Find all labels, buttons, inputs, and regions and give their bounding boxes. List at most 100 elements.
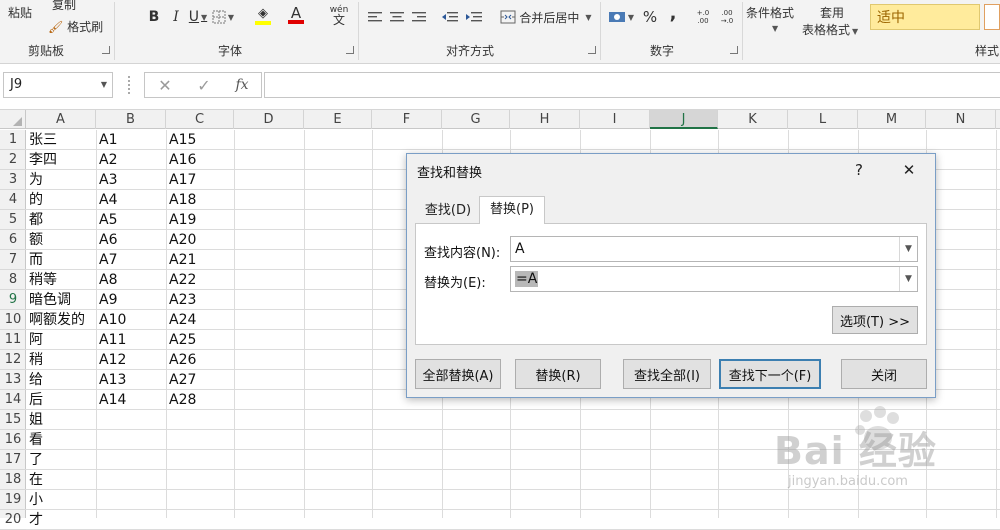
enter-icon[interactable]: ✓ xyxy=(192,75,216,95)
cell-b5[interactable]: A5 xyxy=(96,210,117,230)
column-header-g[interactable]: G xyxy=(442,110,510,129)
row-header-9[interactable]: 9 xyxy=(0,290,26,310)
cell-a12[interactable]: 稍 xyxy=(26,350,43,370)
cell-b11[interactable]: A11 xyxy=(96,330,126,350)
align-right-button[interactable] xyxy=(410,6,428,28)
cell-a17[interactable]: 了 xyxy=(26,450,43,470)
cell-b10[interactable]: A10 xyxy=(96,310,126,330)
column-header-l[interactable]: L xyxy=(788,110,858,129)
cell-c1[interactable]: A15 xyxy=(166,130,196,150)
formula-input[interactable] xyxy=(264,72,1000,98)
font-launcher-icon[interactable] xyxy=(346,46,354,54)
cell-b6[interactable]: A6 xyxy=(96,230,117,250)
increase-decimal-button[interactable]: +.0 .00 xyxy=(692,6,714,28)
replace-with-input[interactable]: =A ▼ xyxy=(510,266,918,292)
cell-b9[interactable]: A9 xyxy=(96,290,117,310)
decrease-decimal-button[interactable]: .00 →.0 xyxy=(716,6,738,28)
row-header-17[interactable]: 17 xyxy=(0,450,26,470)
cell-c14[interactable]: A28 xyxy=(166,390,196,410)
row-header-8[interactable]: 8 xyxy=(0,270,26,290)
cell-a14[interactable]: 后 xyxy=(26,390,43,410)
cell-a1[interactable]: 张三 xyxy=(26,130,57,150)
find-what-input[interactable]: A ▼ xyxy=(510,236,918,262)
row-header-11[interactable]: 11 xyxy=(0,330,26,350)
alignment-launcher-icon[interactable] xyxy=(588,46,596,54)
cell-c10[interactable]: A24 xyxy=(166,310,196,330)
decrease-indent-button[interactable] xyxy=(440,6,460,28)
cell-c7[interactable]: A21 xyxy=(166,250,196,270)
column-header-n[interactable]: N xyxy=(926,110,996,129)
cell-b8[interactable]: A8 xyxy=(96,270,117,290)
row-header-1[interactable]: 1 xyxy=(0,130,26,150)
table-format-button[interactable]: 表格格式 ▼ xyxy=(802,21,858,38)
cell-a20[interactable]: 才 xyxy=(26,510,43,530)
tab-find[interactable]: 查找(D) xyxy=(419,198,477,224)
cell-c8[interactable]: A22 xyxy=(166,270,196,290)
cell-b12[interactable]: A12 xyxy=(96,350,126,370)
cell-a9[interactable]: 暗色调 xyxy=(26,290,71,310)
select-all-corner[interactable] xyxy=(0,110,26,129)
cell-a7[interactable]: 而 xyxy=(26,250,43,270)
cell-b14[interactable]: A14 xyxy=(96,390,126,410)
cell-a10[interactable]: 啊额发的 xyxy=(26,310,85,330)
column-header-e[interactable]: E xyxy=(304,110,372,129)
tab-replace[interactable]: 替换(P) xyxy=(479,196,545,224)
border-button[interactable]: ▼ xyxy=(208,6,238,28)
cell-a3[interactable]: 为 xyxy=(26,170,43,190)
comma-button[interactable]: , xyxy=(664,2,682,24)
row-header-19[interactable]: 19 xyxy=(0,490,26,510)
table-format-line1[interactable]: 套用 xyxy=(820,4,844,21)
column-header-h[interactable]: H xyxy=(510,110,580,129)
neutral-style-cell[interactable]: 适中 xyxy=(870,4,980,30)
column-header-j[interactable]: J xyxy=(650,110,718,129)
format-painter-button[interactable]: 🖌 格式刷 xyxy=(48,18,103,35)
column-header-b[interactable]: B xyxy=(96,110,166,129)
name-box[interactable]: J9 ▼ xyxy=(3,72,113,98)
cell-a13[interactable]: 给 xyxy=(26,370,43,390)
column-header-m[interactable]: M xyxy=(858,110,926,129)
cell-a16[interactable]: 看 xyxy=(26,430,43,450)
formula-bar-grip[interactable] xyxy=(128,76,132,94)
row-header-5[interactable]: 5 xyxy=(0,210,26,230)
cell-b3[interactable]: A3 xyxy=(96,170,117,190)
bold-button[interactable]: B xyxy=(144,6,164,28)
row-header-16[interactable]: 16 xyxy=(0,430,26,450)
accounting-format-button[interactable]: ▼ xyxy=(606,6,636,28)
clipboard-launcher-icon[interactable] xyxy=(102,46,110,54)
row-header-3[interactable]: 3 xyxy=(0,170,26,190)
insert-function-icon[interactable]: fx xyxy=(230,75,254,95)
cell-c5[interactable]: A19 xyxy=(166,210,196,230)
cell-c4[interactable]: A18 xyxy=(166,190,196,210)
style-gallery-next[interactable] xyxy=(984,4,1000,30)
percent-button[interactable]: % xyxy=(640,6,660,28)
cell-b1[interactable]: A1 xyxy=(96,130,117,150)
column-header-i[interactable]: I xyxy=(580,110,650,129)
row-header-20[interactable]: 20 xyxy=(0,510,26,530)
column-header-a[interactable]: A xyxy=(26,110,96,129)
row-header-6[interactable]: 6 xyxy=(0,230,26,250)
cell-a5[interactable]: 都 xyxy=(26,210,43,230)
find-next-button[interactable]: 查找下一个(F) xyxy=(719,359,821,389)
cell-b13[interactable]: A13 xyxy=(96,370,126,390)
conditional-format-button[interactable]: 条件格式 xyxy=(746,4,794,21)
row-header-4[interactable]: 4 xyxy=(0,190,26,210)
column-header-d[interactable]: D xyxy=(234,110,304,129)
cell-a15[interactable]: 姐 xyxy=(26,410,43,430)
row-header-13[interactable]: 13 xyxy=(0,370,26,390)
increase-indent-button[interactable] xyxy=(464,6,484,28)
merge-center-button[interactable]: 合并后居中 ▼ xyxy=(494,6,598,28)
font-color-button[interactable]: A xyxy=(280,4,312,26)
cell-a19[interactable]: 小 xyxy=(26,490,43,510)
align-left-button[interactable] xyxy=(366,6,384,28)
align-center-button[interactable] xyxy=(388,6,406,28)
cell-c2[interactable]: A16 xyxy=(166,150,196,170)
cell-c12[interactable]: A26 xyxy=(166,350,196,370)
column-header-f[interactable]: F xyxy=(372,110,442,129)
row-header-7[interactable]: 7 xyxy=(0,250,26,270)
chevron-down-icon[interactable]: ▼ xyxy=(899,237,917,261)
close-icon[interactable]: ✕ xyxy=(895,158,923,182)
cell-b4[interactable]: A4 xyxy=(96,190,117,210)
cell-a4[interactable]: 的 xyxy=(26,190,43,210)
cell-a11[interactable]: 阿 xyxy=(26,330,43,350)
cell-c9[interactable]: A23 xyxy=(166,290,196,310)
